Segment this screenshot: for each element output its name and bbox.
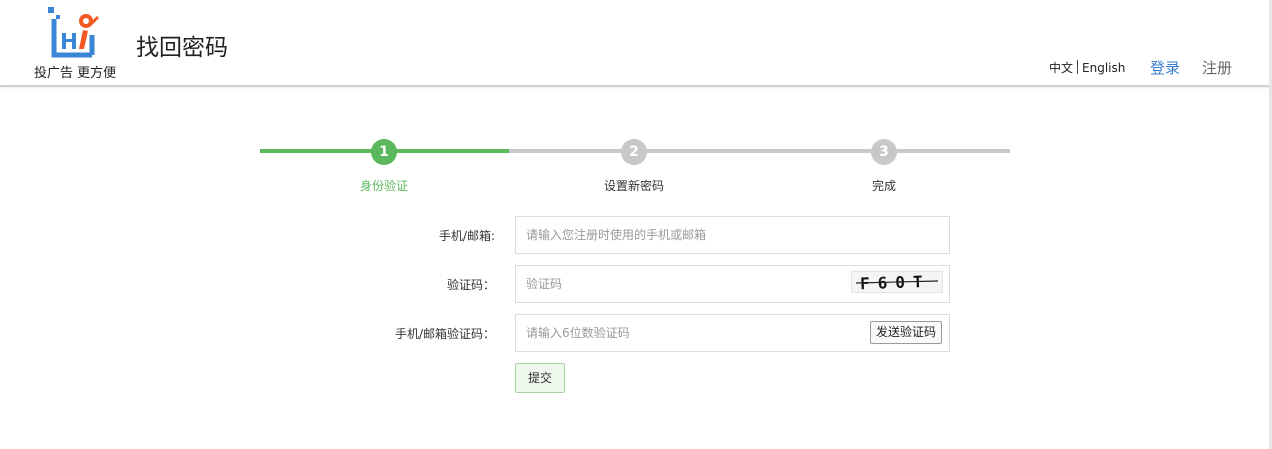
logo[interactable]: 投广告 更方便 <box>34 5 122 81</box>
logo-icon <box>48 7 100 58</box>
step-line-pending <box>509 149 1010 153</box>
language-switcher: 中文 English <box>1049 59 1125 76</box>
step-1-circle: 1 <box>371 139 397 165</box>
step-3-circle: 3 <box>871 139 897 165</box>
step-2-label: 设置新密码 <box>603 179 665 193</box>
register-link[interactable]: 注册 <box>1202 57 1232 78</box>
code-label: 手机/邮箱验证码： <box>394 327 495 341</box>
step-1-label: 身份验证 <box>359 179 409 193</box>
page-title: 找回密码 <box>136 35 228 61</box>
step-2-circle: 2 <box>621 139 647 165</box>
header: 投广告 更方便 找回密码 中文 English 登录 注册 <box>0 0 1272 87</box>
step-3-label: 完成 <box>871 179 897 193</box>
logo-tagline: 投广告 更方便 <box>34 66 117 81</box>
account-input[interactable]: 请输入您注册时使用的手机或邮箱 <box>515 216 950 254</box>
captcha-glyphs: F60T <box>855 272 939 293</box>
login-link[interactable]: 登录 <box>1150 57 1180 78</box>
account-label: 手机/邮箱: <box>438 229 495 243</box>
progress-steps: 1 2 3 身份验证 设置新密码 完成 <box>260 139 1010 199</box>
send-code-button[interactable]: 发送验证码 <box>870 321 942 344</box>
lang-divider <box>1077 60 1079 74</box>
captcha-image[interactable]: F60T <box>851 271 943 293</box>
captcha-label: 验证码： <box>446 278 495 292</box>
lang-zh-link[interactable]: 中文 <box>1049 61 1073 75</box>
submit-button[interactable]: 提交 <box>515 363 565 393</box>
lang-en-link[interactable]: English <box>1082 61 1125 75</box>
